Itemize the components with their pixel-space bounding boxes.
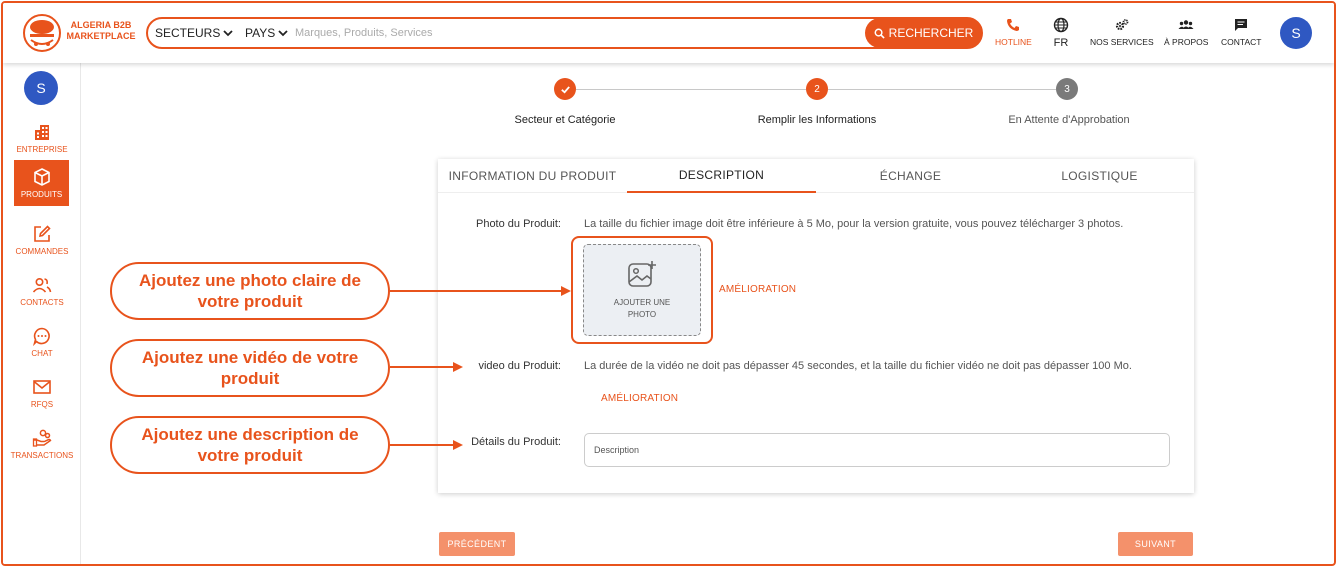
logo-text: ALGERIA B2B MARKETPLACE (66, 20, 136, 41)
next-button[interactable]: SUIVANT (1118, 532, 1193, 556)
chevron-down-icon (223, 30, 233, 37)
photo-callout: Ajoutez une photo claire de votre produi… (110, 262, 390, 320)
stepper-connector (576, 89, 806, 90)
sectors-dropdown[interactable]: SECTEURS (155, 26, 233, 40)
sidebar-avatar[interactable]: S (24, 71, 58, 105)
sidebar-item-label: CHAT (31, 349, 53, 358)
sidebar-item-label: PRODUITS (20, 190, 63, 199)
mail-icon (33, 380, 51, 394)
video-help-text: La durée de la vidéo ne doit pas dépasse… (584, 360, 1132, 372)
details-field-label: Détails du Produit: (471, 436, 561, 448)
message-icon (1235, 19, 1248, 31)
image-add-icon (628, 261, 656, 287)
hand-coins-icon (32, 429, 52, 447)
user-avatar[interactable]: S (1280, 17, 1312, 49)
tab-logistique[interactable]: LOGISTIQUE (1005, 159, 1194, 193)
nav-services[interactable]: NOS SERVICES (1090, 17, 1154, 47)
nav-about-label: À PROPOS (1164, 37, 1209, 47)
video-upgrade-link[interactable]: AMÉLIORATION (601, 393, 678, 404)
nav-language[interactable]: FR (1053, 17, 1069, 49)
sidebar-item-rfqs[interactable]: RFQS (3, 368, 81, 418)
logo-icon[interactable] (21, 13, 63, 53)
sidebar-item-entreprise[interactable]: ENTREPRISE (3, 113, 81, 163)
search-button-label: RECHERCHER (888, 26, 974, 40)
page-frame: ALGERIA B2B MARKETPLACE SECTEURS PAYS RE… (1, 1, 1336, 566)
search-icon (874, 28, 885, 39)
step-1-done-icon (554, 78, 576, 100)
step-2-number: 2 (806, 78, 828, 100)
previous-button[interactable]: PRÉCÉDENT (439, 532, 515, 556)
chevron-down-icon (278, 30, 288, 37)
sidebar-item-label: CONTACTS (20, 298, 64, 307)
sidebar-item-transactions[interactable]: TRANSACTIONS (3, 419, 81, 469)
search-bar: SECTEURS PAYS RECHERCHER (146, 17, 983, 49)
tab-description[interactable]: DESCRIPTION (627, 159, 816, 193)
group-icon (1178, 20, 1194, 29)
video-field-label: video du Produit: (478, 360, 561, 372)
step-3-label: En Attente d'Approbation (1008, 114, 1130, 126)
sidebar-item-contacts[interactable]: CONTACTS (3, 266, 81, 316)
description-callout: Ajoutez une description de votre produit (110, 416, 390, 474)
chat-icon (33, 327, 50, 346)
building-icon (35, 125, 49, 140)
sidebar-item-produits[interactable]: PRODUITS (14, 160, 69, 206)
sidebar: S ENTREPRISE PRODUITS COMMANDES CONTACTS… (3, 63, 81, 564)
step-3-number: 3 (1056, 78, 1078, 100)
sidebar-item-label: COMMANDES (15, 247, 69, 256)
product-form-card: INFORMATION DU PRODUIT DESCRIPTION ÉCHAN… (438, 159, 1194, 493)
nav-hotline[interactable]: HOTLINE (995, 17, 1032, 47)
sidebar-item-label: TRANSACTIONS (10, 451, 74, 460)
phone-icon (1007, 19, 1020, 31)
box-icon (33, 168, 50, 186)
country-dropdown-label: PAYS (245, 26, 276, 40)
search-input[interactable] (295, 25, 855, 41)
sidebar-item-label: ENTREPRISE (16, 145, 68, 154)
gears-icon (1115, 19, 1129, 31)
sectors-dropdown-label: SECTEURS (155, 26, 221, 40)
add-photo-button[interactable]: AJOUTER UNE PHOTO (583, 244, 701, 336)
photo-help-text: La taille du fichier image doit être inf… (584, 218, 1124, 230)
nav-language-label: FR (1053, 37, 1069, 49)
photo-field-label: Photo du Produit: (475, 218, 561, 230)
tab-information[interactable]: INFORMATION DU PRODUIT (438, 159, 627, 193)
step-2-label: Remplir les Informations (757, 114, 877, 126)
sidebar-item-chat[interactable]: CHAT (3, 317, 81, 367)
country-dropdown[interactable]: PAYS (245, 26, 288, 40)
photo-upgrade-link[interactable]: AMÉLIORATION (719, 284, 796, 295)
step-1-label: Secteur et Catégorie (514, 114, 616, 126)
sidebar-item-label: RFQS (30, 400, 54, 409)
form-tabs: INFORMATION DU PRODUIT DESCRIPTION ÉCHAN… (438, 159, 1194, 193)
nav-hotline-label: HOTLINE (995, 37, 1032, 47)
video-callout: Ajoutez une vidéo de votre produit (110, 339, 390, 397)
edit-icon (34, 225, 51, 242)
sidebar-item-commandes[interactable]: COMMANDES (3, 215, 81, 265)
users-icon (32, 277, 52, 293)
globe-icon (1053, 17, 1069, 33)
description-input[interactable] (584, 433, 1170, 467)
nav-contact-label: CONTACT (1221, 37, 1262, 47)
search-button[interactable]: RECHERCHER (865, 18, 982, 48)
top-header: ALGERIA B2B MARKETPLACE SECTEURS PAYS RE… (3, 3, 1334, 63)
tab-echange[interactable]: ÉCHANGE (816, 159, 1005, 193)
nav-services-label: NOS SERVICES (1090, 37, 1154, 47)
stepper-connector (828, 89, 1056, 90)
add-photo-label: AJOUTER UNE PHOTO (613, 298, 671, 319)
nav-contact[interactable]: CONTACT (1221, 17, 1261, 47)
nav-about[interactable]: À PROPOS (1164, 17, 1208, 47)
